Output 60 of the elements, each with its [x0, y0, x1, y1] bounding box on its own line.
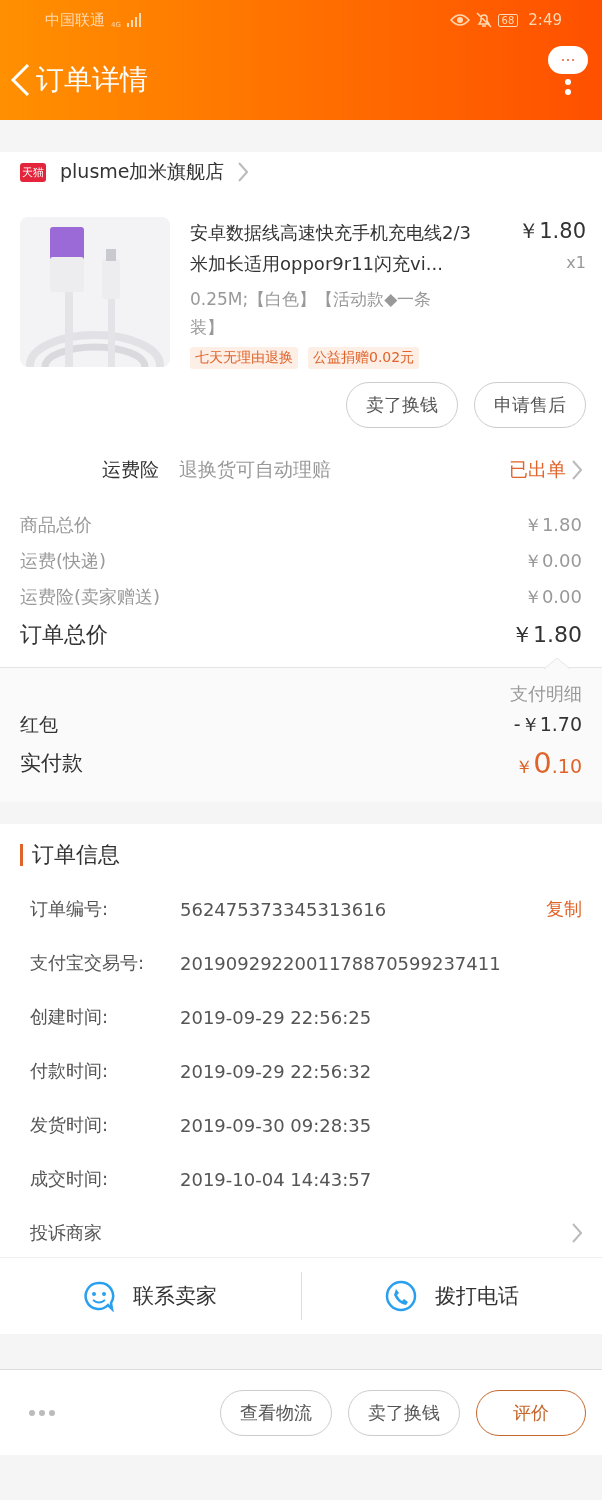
contact-button[interactable]: 拨打电话	[301, 1279, 602, 1313]
clock-time: 2:49	[528, 11, 562, 29]
page-title: 订单详情	[36, 62, 148, 98]
action-button[interactable]: 申请售后	[474, 382, 586, 428]
phone-icon	[384, 1280, 417, 1312]
more-icon[interactable]	[28, 1408, 56, 1417]
info-value: 2019-09-29 22:56:25	[180, 1006, 372, 1028]
info-value: 2019092922001178870599237411	[180, 952, 501, 974]
info-value: 2019-10-04 14:43:57	[180, 1168, 372, 1190]
cost-label: 商品总价	[20, 513, 92, 537]
cost-value: ￥0.00	[523, 585, 582, 609]
store-name[interactable]: plusme加米旗舰店	[60, 159, 225, 185]
total-label: 订单总价	[20, 621, 108, 649]
insurance-description: 退换货可自动理赔	[179, 456, 331, 482]
chevron-right-icon	[572, 1223, 582, 1243]
complaint-link[interactable]: 投诉商家	[30, 1221, 102, 1245]
chevron-right-icon	[572, 459, 582, 480]
product-price: ￥1.80	[518, 218, 586, 245]
cost-label: 运费(快递)	[20, 549, 107, 573]
service-tag: 公益捐赠0.02元	[308, 347, 420, 369]
bell-off-icon	[475, 12, 492, 28]
more-menu-icon[interactable]	[548, 45, 588, 95]
carrier-name: 中国联通	[45, 10, 105, 30]
info-label: 支付宝交易号:	[30, 951, 146, 975]
store-badge: 天猫	[20, 162, 46, 182]
discount-label: 红包	[20, 712, 58, 737]
info-value: 2019-09-30 09:28:35	[180, 1114, 372, 1136]
chevron-right-icon	[238, 162, 249, 182]
paid-label: 实付款	[20, 750, 83, 777]
info-label: 创建时间:	[30, 1005, 110, 1029]
cost-value: ￥1.80	[523, 513, 582, 537]
product-variant: 0.25M;【白色】【活动款◆一条装】	[190, 288, 433, 339]
cost-value: ￥0.00	[523, 549, 582, 573]
info-label: 订单编号:	[30, 897, 110, 921]
info-value: 2019-09-29 22:56:32	[180, 1060, 372, 1082]
action-button[interactable]: 卖了换钱	[346, 382, 458, 428]
contact-button[interactable]: 联系卖家	[0, 1279, 301, 1313]
paid-amount: ￥0.10	[515, 746, 582, 780]
cost-label: 运费险(卖家赠送)	[20, 585, 161, 609]
section-title: 订单信息	[20, 844, 582, 866]
action-button[interactable]: 评价	[476, 1389, 586, 1436]
service-tag: 七天无理由退换	[190, 347, 298, 369]
eye-icon	[449, 13, 470, 27]
copy-link[interactable]: 复制	[546, 897, 582, 921]
product-quantity: x1	[566, 253, 586, 272]
back-icon[interactable]	[10, 63, 30, 97]
action-button[interactable]: 卖了换钱	[348, 1389, 460, 1436]
action-button[interactable]: 查看物流	[220, 1389, 332, 1436]
info-label: 付款时间:	[30, 1059, 110, 1083]
smiley-chat-icon	[83, 1280, 116, 1312]
discount-value: -￥1.70	[513, 712, 582, 737]
info-label: 成交时间:	[30, 1167, 110, 1191]
payment-details-title: 支付明细	[509, 682, 582, 706]
info-value: 562475373345313616	[180, 898, 387, 920]
product-title[interactable]: 安卓数据线高速快充手机充电线2/3米加长适用oppor9r11闪充vi...	[190, 217, 480, 279]
signal-icon	[126, 13, 143, 27]
insurance-label: 运费险	[102, 456, 159, 482]
info-label: 发货时间:	[30, 1113, 110, 1137]
total-value: ￥1.80	[511, 621, 582, 649]
battery-level: 68	[497, 13, 519, 27]
